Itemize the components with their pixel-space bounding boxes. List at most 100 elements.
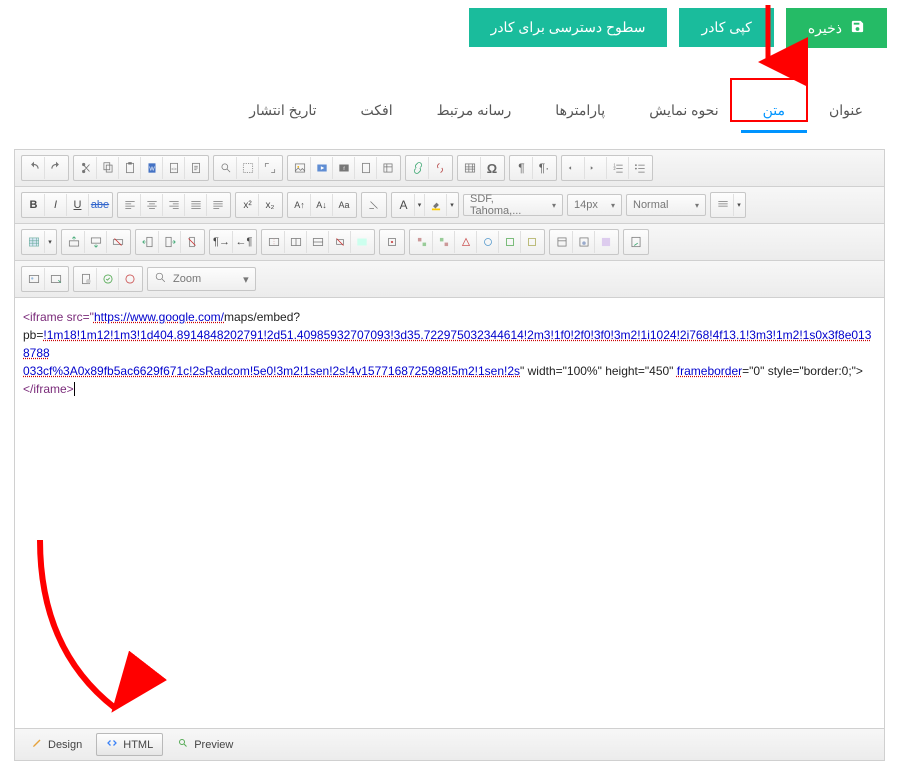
paragraph-style-select[interactable]: Normal ▾ bbox=[626, 194, 706, 216]
align-none-button[interactable] bbox=[207, 194, 229, 216]
page-props-button[interactable] bbox=[75, 268, 97, 290]
sup-button[interactable]: x² bbox=[237, 194, 259, 216]
module3-button[interactable] bbox=[595, 231, 617, 253]
css-class-button[interactable] bbox=[712, 194, 734, 216]
find-replace-button[interactable] bbox=[215, 157, 237, 179]
module-button[interactable] bbox=[551, 231, 573, 253]
tab-title[interactable]: عنوان bbox=[807, 92, 885, 129]
cells-splith-button[interactable] bbox=[307, 231, 329, 253]
html-mode-button[interactable]: HTML bbox=[96, 733, 163, 756]
italic-button[interactable]: I bbox=[45, 194, 67, 216]
module2-button[interactable] bbox=[573, 231, 595, 253]
zoom-control[interactable]: Zoom ▾ bbox=[147, 267, 256, 291]
paragraph-style-label: Normal bbox=[633, 199, 668, 211]
cells-merge-button[interactable] bbox=[263, 231, 285, 253]
media-button[interactable] bbox=[311, 157, 333, 179]
strike-button[interactable]: abe bbox=[89, 194, 111, 216]
cut-button[interactable] bbox=[75, 157, 97, 179]
save-button[interactable]: ذخیره bbox=[786, 8, 887, 48]
css-class-picker[interactable]: ▾ bbox=[734, 194, 744, 216]
tab-effect[interactable]: افکت bbox=[339, 92, 415, 129]
design-mode-button[interactable]: Design bbox=[21, 733, 92, 756]
rtl-button[interactable]: ←¶ bbox=[233, 231, 255, 253]
tab-publish[interactable]: تاریخ انتشار bbox=[227, 92, 338, 129]
underline-button[interactable]: U bbox=[67, 194, 89, 216]
select-all-button[interactable] bbox=[237, 157, 259, 179]
col-left-button[interactable] bbox=[137, 231, 159, 253]
copy-button-tb[interactable] bbox=[97, 157, 119, 179]
outdent-button[interactable] bbox=[563, 157, 585, 179]
clear-format-button[interactable] bbox=[363, 194, 385, 216]
cells-split-button[interactable] bbox=[285, 231, 307, 253]
xhtml-button[interactable] bbox=[97, 268, 119, 290]
copy-button[interactable]: کپی کادر bbox=[679, 8, 773, 47]
paste-plain-button[interactable] bbox=[185, 157, 207, 179]
font-family-select[interactable]: SDF, Tahoma,...▾ bbox=[463, 194, 563, 216]
fontsize-dec-button[interactable]: A↓ bbox=[311, 194, 333, 216]
img-props-button[interactable] bbox=[45, 268, 67, 290]
template-button[interactable] bbox=[377, 157, 399, 179]
group1-button[interactable] bbox=[411, 231, 433, 253]
ordered-list-button[interactable]: 12 bbox=[607, 157, 629, 179]
backcolor-button[interactable] bbox=[425, 194, 447, 216]
show-marks-button[interactable]: ¶· bbox=[533, 157, 555, 179]
link-button[interactable] bbox=[407, 157, 429, 179]
forecolor-picker[interactable]: ▾ bbox=[415, 194, 425, 216]
access-button[interactable]: سطوح دسترسی برای کادر bbox=[469, 8, 668, 47]
group6-button[interactable] bbox=[521, 231, 543, 253]
col-delete-button[interactable] bbox=[181, 231, 203, 253]
align-left-button[interactable] bbox=[119, 194, 141, 216]
flash-button[interactable]: f bbox=[333, 157, 355, 179]
row-above-button[interactable] bbox=[63, 231, 85, 253]
unlink-button[interactable] bbox=[429, 157, 451, 179]
symbol-button[interactable]: Ω bbox=[481, 157, 503, 179]
align-center-button[interactable] bbox=[141, 194, 163, 216]
paste-html-button[interactable]: <> bbox=[163, 157, 185, 179]
fontsize-inc-button[interactable]: A↑ bbox=[289, 194, 311, 216]
paste-word-button[interactable]: W bbox=[141, 157, 163, 179]
case-button[interactable]: Aa bbox=[333, 194, 355, 216]
tab-display[interactable]: نحوه نمایش bbox=[627, 92, 740, 129]
tab-media[interactable]: رسانه مرتبط bbox=[415, 92, 534, 129]
group4-button[interactable] bbox=[477, 231, 499, 253]
tab-params[interactable]: پارامترها bbox=[533, 92, 627, 129]
group3-button[interactable] bbox=[455, 231, 477, 253]
col-right-button[interactable] bbox=[159, 231, 181, 253]
sub-button[interactable]: x₂ bbox=[259, 194, 281, 216]
font-size-select[interactable]: 14px▾ bbox=[567, 194, 622, 216]
doc-button[interactable] bbox=[355, 157, 377, 179]
chevron-down-icon: ▾ bbox=[695, 201, 699, 210]
img-map-button[interactable] bbox=[23, 268, 45, 290]
chevron-down-icon: ▾ bbox=[611, 201, 615, 210]
paste-button[interactable] bbox=[119, 157, 141, 179]
group2-button[interactable] bbox=[433, 231, 455, 253]
html-source-area[interactable]: <iframe src="https://www.google.com/maps… bbox=[15, 298, 884, 728]
row-below-button[interactable] bbox=[85, 231, 107, 253]
group5-button[interactable] bbox=[499, 231, 521, 253]
cell-del-button[interactable] bbox=[329, 231, 351, 253]
indent-button[interactable] bbox=[585, 157, 607, 179]
undo-button[interactable] bbox=[23, 157, 45, 179]
table-insert-button[interactable] bbox=[459, 157, 481, 179]
toggle-fullscreen-button[interactable] bbox=[259, 157, 281, 179]
help-button[interactable] bbox=[625, 231, 647, 253]
bold-button[interactable]: B bbox=[23, 194, 45, 216]
table-wizard-button[interactable]: ▾ bbox=[45, 231, 55, 253]
show-para-button[interactable]: ¶ bbox=[511, 157, 533, 179]
unordered-list-button[interactable] bbox=[629, 157, 651, 179]
align-right-button[interactable] bbox=[163, 194, 185, 216]
redo-button[interactable] bbox=[45, 157, 67, 179]
align-justify-button[interactable] bbox=[185, 194, 207, 216]
abs-pos-button[interactable] bbox=[381, 231, 403, 253]
image-button[interactable] bbox=[289, 157, 311, 179]
preview-mode-button[interactable]: Preview bbox=[167, 733, 243, 756]
tab-text[interactable]: متن bbox=[741, 92, 807, 129]
text-cursor bbox=[74, 382, 78, 396]
cell-props-button[interactable] bbox=[351, 231, 373, 253]
forecolor-button[interactable]: A bbox=[393, 194, 415, 216]
row-delete-button[interactable] bbox=[107, 231, 129, 253]
ltr-button[interactable]: ¶→ bbox=[211, 231, 233, 253]
backcolor-picker[interactable]: ▾ bbox=[447, 194, 457, 216]
track-button[interactable] bbox=[119, 268, 141, 290]
insert-table-button[interactable] bbox=[23, 231, 45, 253]
